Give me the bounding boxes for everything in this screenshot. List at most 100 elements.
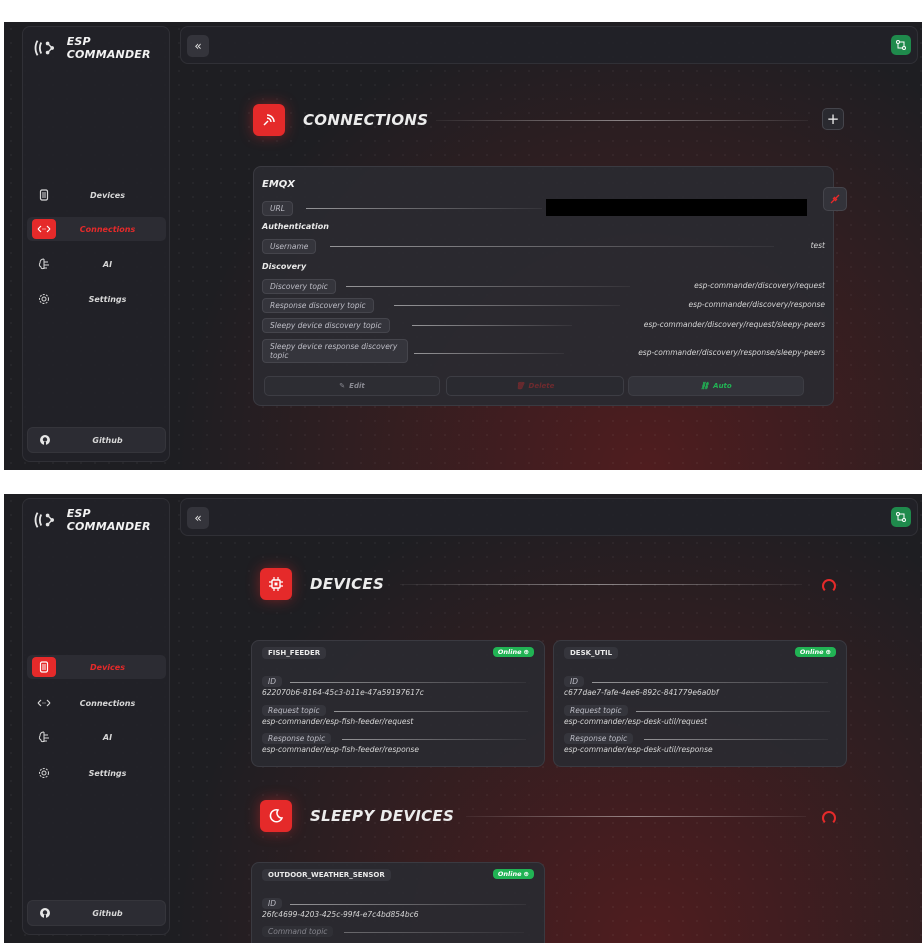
sleepy-response-value: esp-commander/discovery/response/sleepy-… bbox=[638, 348, 825, 357]
collapse-sidebar-button[interactable]: « bbox=[187, 507, 209, 529]
disconnect-button[interactable] bbox=[823, 187, 847, 211]
sidebar-item-label: Devices bbox=[90, 662, 125, 672]
sidebar-item-ai[interactable]: AI bbox=[27, 252, 166, 276]
row-divider bbox=[344, 932, 524, 933]
sidebar: ESP COMMANDER Devices Connections AI Set… bbox=[22, 498, 170, 935]
devices-screen: ESP COMMANDER Devices Connections AI Set… bbox=[4, 494, 922, 943]
row-divider bbox=[412, 325, 572, 326]
delete-label: Delete bbox=[528, 382, 555, 390]
sleepy-devices-header: SLEEPY DEVICES bbox=[260, 800, 454, 832]
status-badge: Online ⊕ bbox=[794, 647, 836, 657]
request-topic-label: Request topic bbox=[262, 705, 326, 716]
github-button[interactable]: Github bbox=[27, 900, 166, 926]
id-label: ID bbox=[262, 676, 282, 687]
sidebar-item-connections[interactable]: Connections bbox=[27, 691, 166, 715]
row-divider bbox=[334, 711, 528, 712]
username-label: Username bbox=[262, 239, 317, 254]
row-divider bbox=[290, 682, 526, 683]
sidebar-item-label: Connections bbox=[79, 698, 136, 708]
esp-logo-icon bbox=[34, 40, 54, 56]
github-label: Github bbox=[92, 908, 123, 918]
plug-icon bbox=[830, 194, 840, 204]
connections-header: CONNECTIONS bbox=[253, 104, 428, 136]
row-divider bbox=[644, 739, 828, 740]
device-name: OUTDOOR_WEATHER_SENSOR bbox=[262, 869, 391, 881]
sidebar-item-ai[interactable]: AI bbox=[27, 725, 166, 749]
device-card[interactable]: DESK_UTIL Online ⊕ ID c677dae7-fafe-4ee6… bbox=[553, 640, 847, 767]
sidebar-item-label: Connections bbox=[79, 224, 136, 234]
github-label: Github bbox=[92, 435, 123, 445]
status-text: Online bbox=[497, 870, 522, 878]
device-id: 622070b6-8164-45c3-b11e-47a59197617c bbox=[262, 688, 424, 697]
sidebar-item-devices[interactable]: Devices bbox=[27, 183, 166, 207]
loading-spinner bbox=[822, 579, 836, 593]
response-topic-label: Response topic bbox=[262, 733, 332, 744]
route-button[interactable] bbox=[891, 507, 911, 527]
sidebar-item-settings[interactable]: Settings bbox=[27, 761, 166, 785]
sidebar-item-settings[interactable]: Settings bbox=[27, 287, 166, 311]
row-divider bbox=[290, 904, 526, 905]
status-badge: Online ⊕ bbox=[492, 647, 534, 657]
collapse-sidebar-button[interactable]: « bbox=[187, 35, 209, 57]
device-card[interactable]: FISH_FEEDER Online ⊕ ID 622070b6-8164-45… bbox=[251, 640, 545, 767]
response-topic-value: esp-commander/esp-desk-util/response bbox=[564, 745, 713, 754]
row-divider bbox=[592, 682, 828, 683]
auto-label: Auto bbox=[713, 382, 732, 390]
response-topic-value: esp-commander/esp-fish-feeder/response bbox=[262, 745, 419, 754]
connection-name: EMQX bbox=[262, 179, 295, 190]
globe-icon: ⊕ bbox=[825, 648, 831, 656]
trash-icon: 🗑 bbox=[515, 382, 525, 390]
edit-button[interactable]: ✎ Edit bbox=[264, 376, 440, 396]
sidebar-item-devices[interactable]: Devices bbox=[27, 655, 166, 679]
username-value: test bbox=[810, 241, 825, 250]
auto-connect-button[interactable]: ⛓ Auto bbox=[628, 376, 804, 396]
sidebar-item-label: Settings bbox=[88, 768, 127, 778]
route-icon bbox=[896, 40, 906, 50]
connections-screen: ESP COMMANDER Devices Connections AI Set… bbox=[4, 22, 922, 470]
page-title: CONNECTIONS bbox=[303, 111, 429, 129]
add-connection-button[interactable]: + bbox=[822, 108, 844, 130]
device-name: DESK_UTIL bbox=[564, 647, 619, 659]
connection-card: EMQX URL Authentication Username test Di… bbox=[253, 166, 847, 406]
url-label: URL bbox=[262, 201, 293, 216]
sleepy-devices-title: SLEEPY DEVICES bbox=[310, 807, 455, 825]
sleepy-response-label: Sleepy device response discovery topic bbox=[262, 339, 408, 363]
status-text: Online bbox=[799, 648, 824, 656]
row-divider bbox=[306, 208, 542, 209]
globe-icon: ⊕ bbox=[523, 870, 529, 878]
app-name: ESP COMMANDER bbox=[66, 507, 151, 533]
sleepy-device-card[interactable]: OUTDOOR_WEATHER_SENSOR Online ⊕ ID 26fc4… bbox=[251, 862, 545, 943]
status-text: Online bbox=[497, 648, 522, 656]
status-badge: Online ⊕ bbox=[492, 869, 534, 879]
discovery-topic-label: Discovery topic bbox=[262, 279, 336, 294]
edit-label: Edit bbox=[349, 382, 365, 390]
device-name: FISH_FEEDER bbox=[262, 647, 327, 659]
row-divider bbox=[346, 286, 630, 287]
device-id: 26fc4699-4203-425c-99f4-e7c4bd854bc6 bbox=[262, 910, 419, 919]
header-divider bbox=[400, 584, 802, 585]
sidebar-item-connections[interactable]: Connections bbox=[27, 217, 166, 241]
moon-icon bbox=[260, 800, 292, 832]
request-topic-label: Request topic bbox=[564, 705, 628, 716]
row-divider bbox=[636, 711, 830, 712]
route-button[interactable] bbox=[891, 35, 911, 55]
row-divider bbox=[342, 739, 526, 740]
authentication-heading: Authentication bbox=[262, 222, 329, 231]
delete-button[interactable]: 🗑 Delete bbox=[446, 376, 624, 396]
chip-icon bbox=[260, 568, 292, 600]
header-divider bbox=[466, 816, 806, 817]
brand: ESP COMMANDER bbox=[33, 35, 169, 61]
row-divider bbox=[330, 246, 774, 247]
globe-icon: ⊕ bbox=[523, 648, 529, 656]
sidebar-item-label: AI bbox=[102, 259, 113, 269]
request-topic-value: esp-commander/esp-desk-util/request bbox=[564, 717, 708, 726]
discovery-topic-value: esp-commander/discovery/request bbox=[694, 281, 825, 290]
row-divider bbox=[394, 305, 620, 306]
response-topic-label: Response topic bbox=[564, 733, 634, 744]
row-divider bbox=[414, 353, 564, 354]
github-button[interactable]: Github bbox=[27, 427, 166, 453]
top-bar: « bbox=[180, 498, 918, 536]
discovery-heading: Discovery bbox=[262, 262, 307, 271]
top-bar: « bbox=[180, 26, 918, 64]
route-icon bbox=[896, 512, 906, 522]
